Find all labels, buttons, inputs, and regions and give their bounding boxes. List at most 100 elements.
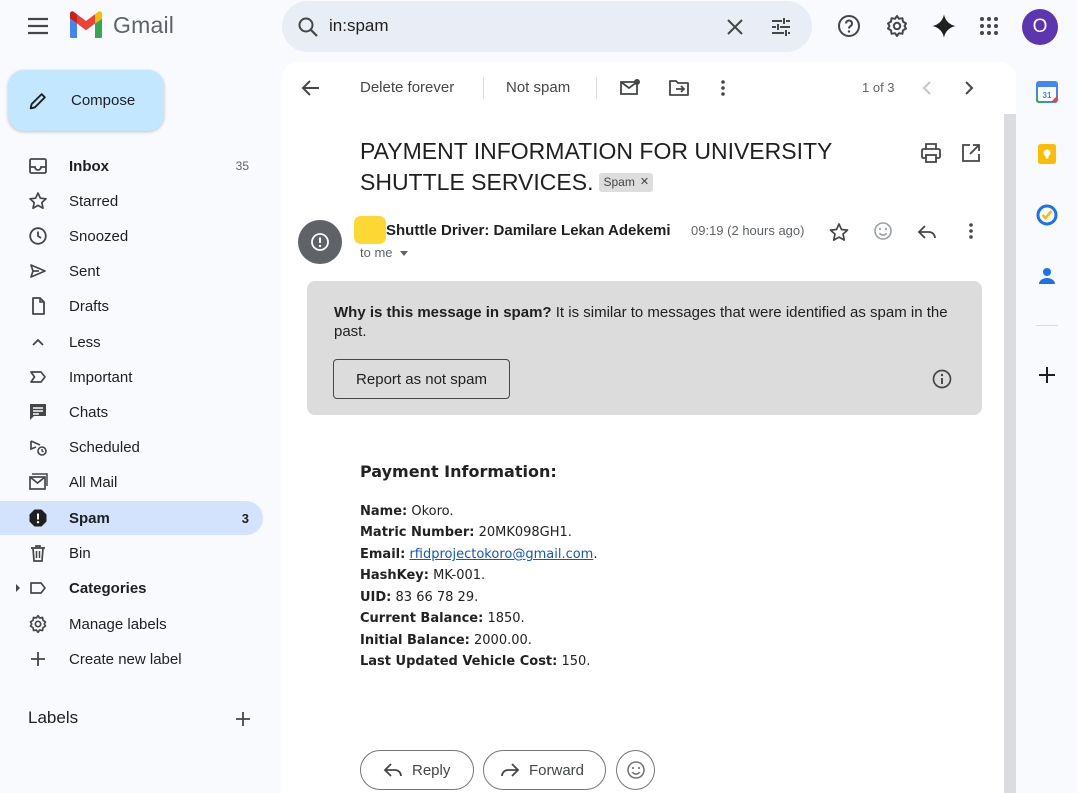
gear-icon[interactable] bbox=[885, 14, 909, 38]
account-avatar[interactable]: O bbox=[1022, 9, 1058, 45]
print-icon[interactable] bbox=[920, 142, 942, 164]
close-icon[interactable] bbox=[723, 15, 747, 39]
body-field-vehicle-cost: Last Updated Vehicle Cost: 150. bbox=[360, 654, 590, 669]
sidebar-item-important[interactable]: Important bbox=[0, 360, 263, 394]
sidebar-item-label: Inbox bbox=[69, 157, 109, 175]
sender-avatar[interactable] bbox=[298, 220, 342, 264]
emoji-reaction-button[interactable] bbox=[616, 750, 655, 790]
delete-forever-button[interactable]: Delete forever bbox=[360, 79, 454, 96]
more-vert-icon[interactable] bbox=[964, 221, 978, 241]
sidebar-item-snoozed[interactable]: Snoozed bbox=[0, 219, 263, 253]
body-field-email: Email: rfidprojectokoro@gmail.com. bbox=[360, 547, 598, 562]
search-icon[interactable] bbox=[296, 15, 320, 39]
contacts-icon[interactable] bbox=[1036, 265, 1058, 287]
inbox-icon bbox=[29, 158, 47, 174]
open-in-new-window-icon[interactable] bbox=[960, 142, 982, 164]
search-options-icon[interactable] bbox=[769, 15, 793, 39]
sidebar-item-label: Sent bbox=[69, 262, 100, 280]
field-label: Initial Balance: bbox=[360, 633, 470, 648]
sidebar-item-spam[interactable]: Spam 3 bbox=[0, 501, 263, 535]
forward-button[interactable]: Forward bbox=[483, 750, 606, 790]
send-icon bbox=[30, 264, 46, 278]
more-vert-icon[interactable] bbox=[716, 78, 730, 98]
sidebar-item-inbox[interactable]: Inbox 35 bbox=[0, 149, 263, 183]
spam-warning-banner: Why is this message in spam? It is simil… bbox=[307, 281, 982, 415]
email-link[interactable]: rfidprojectokoro@gmail.com bbox=[409, 547, 593, 562]
help-icon[interactable] bbox=[837, 14, 861, 38]
search-bar[interactable]: in:spam bbox=[282, 1, 812, 52]
star-icon[interactable] bbox=[828, 221, 850, 243]
sidebar-item-bin[interactable]: Bin bbox=[0, 536, 263, 570]
sidebar-item-label: Snoozed bbox=[69, 227, 129, 245]
reply-label: Reply bbox=[412, 761, 451, 779]
reply-icon[interactable] bbox=[916, 221, 938, 243]
field-label: Current Balance: bbox=[360, 611, 484, 626]
chevron-right-icon[interactable] bbox=[962, 80, 976, 96]
scrollbar[interactable] bbox=[1004, 114, 1016, 793]
sidebar-item-starred[interactable]: Starred bbox=[0, 184, 263, 218]
gmail-m-icon bbox=[69, 11, 103, 38]
sidebar-item-label: Important bbox=[69, 368, 133, 386]
not-spam-button[interactable]: Not spam bbox=[506, 79, 570, 96]
sidebar-item-scheduled[interactable]: Scheduled bbox=[0, 430, 263, 464]
scheduled-send-icon bbox=[30, 440, 47, 456]
body-field-matric: Matric Number: 20MK098GH1. bbox=[360, 525, 572, 540]
add-reaction-icon[interactable] bbox=[872, 220, 894, 242]
move-to-icon[interactable] bbox=[668, 78, 690, 98]
all-mail-icon bbox=[29, 473, 48, 490]
field-label: HashKey: bbox=[360, 568, 429, 583]
sidebar-item-categories[interactable]: Categories bbox=[0, 571, 263, 605]
gear-icon bbox=[29, 614, 47, 634]
sidebar-item-drafts[interactable]: Drafts bbox=[0, 289, 263, 323]
unread-count: 35 bbox=[235, 159, 249, 173]
sidebar-item-create-label[interactable]: Create new label bbox=[0, 642, 263, 676]
remove-label-icon[interactable]: ✕ bbox=[640, 174, 649, 191]
spam-label-chip[interactable]: Spam ✕ bbox=[599, 173, 654, 192]
plus-icon[interactable] bbox=[233, 709, 253, 729]
draft-icon bbox=[32, 297, 45, 315]
chevron-left-icon[interactable] bbox=[920, 80, 934, 96]
gemini-sparkle-icon[interactable] bbox=[931, 13, 957, 39]
dropdown-arrow-icon[interactable] bbox=[399, 249, 409, 257]
recipient-text: to me bbox=[360, 245, 393, 260]
redaction-highlight bbox=[354, 216, 386, 244]
search-input[interactable]: in:spam bbox=[329, 16, 389, 36]
plus-icon[interactable] bbox=[1036, 364, 1058, 386]
email-subject: PAYMENT INFORMATION FOR UNIVERSITY SHUTT… bbox=[360, 136, 860, 198]
recipient-details[interactable]: to me bbox=[360, 245, 409, 260]
back-arrow-icon[interactable] bbox=[300, 77, 322, 99]
field-label: Name: bbox=[360, 504, 408, 519]
sidebar-item-manage-labels[interactable]: Manage labels bbox=[0, 607, 263, 641]
sidebar-item-chats[interactable]: Chats bbox=[0, 395, 263, 429]
compose-label: Compose bbox=[71, 92, 136, 109]
trash-icon bbox=[31, 545, 45, 562]
sidebar-item-less[interactable]: Less bbox=[0, 325, 263, 359]
reply-icon bbox=[383, 763, 402, 777]
sidebar-item-label: Drafts bbox=[69, 297, 110, 315]
keep-icon[interactable] bbox=[1036, 143, 1058, 165]
chat-icon bbox=[30, 404, 46, 420]
sender-name[interactable]: Shuttle Driver: Damilare Lekan Adekemi bbox=[386, 222, 678, 239]
main-menu-button[interactable] bbox=[24, 12, 52, 40]
spam-warning-question: Why is this message in spam? bbox=[334, 304, 552, 321]
calendar-icon[interactable]: 31 bbox=[1036, 81, 1058, 103]
spam-icon bbox=[29, 509, 47, 527]
compose-button[interactable]: Compose bbox=[8, 70, 164, 131]
unread-count: 3 bbox=[241, 510, 249, 526]
expand-arrow-icon[interactable] bbox=[14, 583, 22, 593]
pagination-text: 1 of 3 bbox=[862, 80, 895, 95]
info-icon[interactable] bbox=[931, 368, 953, 390]
sidebar-item-all-mail[interactable]: All Mail bbox=[0, 465, 263, 499]
reply-button[interactable]: Reply bbox=[360, 750, 474, 790]
forward-label: Forward bbox=[529, 761, 585, 779]
mark-unread-icon[interactable] bbox=[619, 78, 641, 98]
message-view: Delete forever Not spam 1 of 3 PAYMENT I… bbox=[282, 62, 1016, 793]
sidebar-item-sent[interactable]: Sent bbox=[0, 254, 263, 288]
body-field-name: Name: Okoro. bbox=[360, 504, 454, 519]
gmail-logo[interactable]: Gmail bbox=[68, 11, 174, 39]
apps-grid-icon[interactable] bbox=[977, 14, 1001, 38]
chevron-up-icon bbox=[32, 338, 44, 346]
tasks-icon[interactable] bbox=[1036, 204, 1058, 226]
sidebar-item-label: Create new label bbox=[69, 650, 182, 668]
report-not-spam-button[interactable]: Report as not spam bbox=[333, 359, 510, 399]
